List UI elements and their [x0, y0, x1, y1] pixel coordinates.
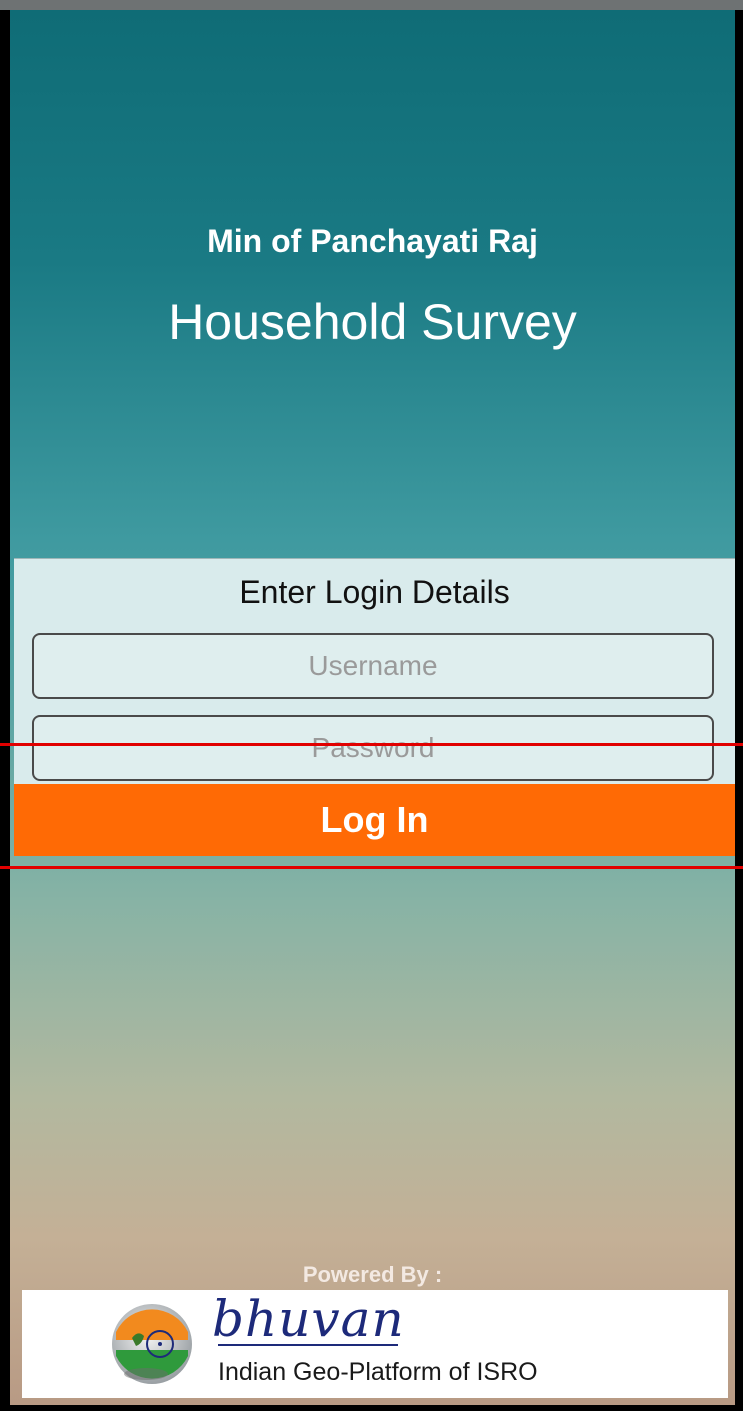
bhuvan-logo-banner: bhuvan Indian Geo-Platform of ISRO	[22, 1290, 728, 1398]
bhuvan-wordmark: bhuvan	[212, 1290, 405, 1348]
app-title: Household Survey	[168, 294, 577, 350]
app-screen: Min of Panchayati Raj Household Survey E…	[10, 10, 735, 1405]
ministry-subtitle: Min of Panchayati Raj	[207, 223, 538, 259]
annotation-line-top	[0, 743, 743, 746]
annotation-line-bottom	[0, 866, 743, 869]
login-panel: Enter Login Details	[14, 558, 735, 789]
password-input[interactable]	[32, 715, 714, 781]
window-top-edge	[0, 0, 743, 10]
wordmark-underline	[218, 1344, 398, 1346]
powered-by-label: Powered By :	[302, 1262, 443, 1287]
login-heading: Enter Login Details	[239, 574, 510, 610]
isro-globe-emblem-icon	[112, 1304, 192, 1384]
bhuvan-tagline: Indian Geo-Platform of ISRO	[218, 1358, 538, 1386]
username-input[interactable]	[32, 633, 714, 699]
login-button[interactable]: Log In	[14, 784, 735, 856]
